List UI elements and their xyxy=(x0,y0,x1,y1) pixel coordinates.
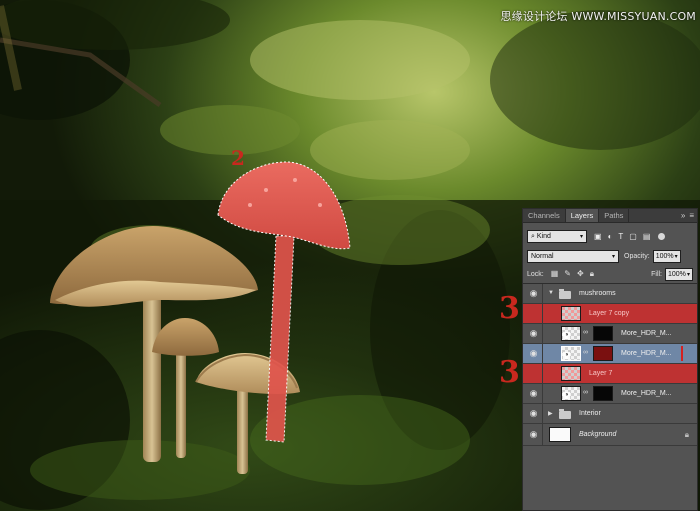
type-layer-filter-icon[interactable]: T xyxy=(618,232,623,241)
layer-name: Background xyxy=(579,431,617,438)
visibility-eye-icon[interactable]: ◉ xyxy=(528,429,539,440)
link-chain-icon: ∞ xyxy=(583,329,588,336)
link-chain-icon: ∞ xyxy=(583,389,588,396)
tab-channels[interactable]: Channels xyxy=(523,209,566,222)
layer-mask-thumbnail xyxy=(593,346,613,361)
filter-toggle-icon[interactable] xyxy=(658,232,666,240)
watermark-text: 思缘设计论坛 WWW.MISSYUAN.COM xyxy=(500,10,696,23)
step-annotation-3-bottom: 3 xyxy=(499,355,520,390)
layer-thumbnail: ◑ xyxy=(561,346,581,361)
visibility-eye-icon[interactable]: ◉ xyxy=(528,328,539,339)
panel-tab-bar: Channels Layers Paths » ≡ xyxy=(523,209,697,223)
lock-image-pixels-icon[interactable]: ✎ xyxy=(564,269,571,279)
visibility-eye-icon[interactable]: ◉ xyxy=(528,408,539,419)
layer-name: More_HDR_M... xyxy=(621,390,672,397)
layer-thumbnail xyxy=(549,427,571,442)
layer-row-interior-group[interactable]: ◉ ▶ Interior xyxy=(523,404,697,424)
visibility-eye-icon[interactable]: ◉ xyxy=(528,288,539,299)
lock-transparent-pixels-icon[interactable]: ▦ xyxy=(551,269,559,279)
opacity-field[interactable]: 100% ▾ xyxy=(652,249,681,263)
lock-icon: 🔒︎ xyxy=(684,430,689,439)
layer-thumbnail xyxy=(561,366,581,381)
lock-position-icon[interactable]: ✥ xyxy=(577,269,584,279)
visibility-eye-icon[interactable]: ◉ xyxy=(528,388,539,399)
smart-object-filter-icon[interactable]: ▤ xyxy=(643,232,651,241)
visibility-eye-icon[interactable]: ◉ xyxy=(528,348,539,359)
adjustment-icon: ◑ xyxy=(563,392,570,399)
opacity-label: Opacity: xyxy=(624,252,650,260)
tab-layers[interactable]: Layers xyxy=(565,209,600,222)
link-chain-icon: ∞ xyxy=(583,349,588,356)
adjustment-icon: ◑ xyxy=(563,332,570,339)
annotation-marker xyxy=(681,346,683,361)
panel-menu-icon[interactable]: ≡ xyxy=(689,211,694,220)
pixel-layer-filter-icon[interactable]: ▣ xyxy=(594,232,602,241)
layer-row-more-hdr-3[interactable]: ◉ ◑ ∞ More_HDR_M... xyxy=(523,384,697,404)
layers-panel: Channels Layers Paths » ≡ ⌕ Kind ▾ ▣ ◐ T … xyxy=(522,208,698,511)
lock-all-icon[interactable]: 🔒︎ xyxy=(590,269,594,279)
layer-row-layer-7[interactable]: Layer 7 xyxy=(523,364,697,384)
layer-thumbnail: ◑ xyxy=(561,326,581,341)
fill-field[interactable]: 100% ▾ xyxy=(665,267,693,281)
panel-bottom-area xyxy=(523,466,697,510)
layer-row-more-hdr-2[interactable]: ◉ ◑ ∞ More_HDR_M... xyxy=(523,344,697,364)
fill-value: 100% xyxy=(668,270,686,278)
layer-row-more-hdr-1[interactable]: ◉ ◑ ∞ More_HDR_M... xyxy=(523,324,697,344)
layer-row-mushrooms-group[interactable]: ◉ ▼ mushrooms xyxy=(523,284,697,304)
layer-mask-thumbnail xyxy=(593,326,613,341)
tab-paths[interactable]: Paths xyxy=(599,209,630,222)
collapse-caret-icon[interactable]: ▶ xyxy=(548,410,553,417)
layer-row-layer-7-copy[interactable]: Layer 7 copy xyxy=(523,304,697,324)
expand-caret-icon[interactable]: ▼ xyxy=(548,290,554,296)
layer-row-background[interactable]: ◉ Background 🔒︎ xyxy=(523,424,697,446)
opacity-value: 100% xyxy=(655,252,674,260)
adjustment-layer-filter-icon[interactable]: ◐ xyxy=(608,232,613,241)
layer-name: mushrooms xyxy=(579,290,616,297)
filter-kind-label: Kind xyxy=(536,232,551,240)
layer-thumbnail xyxy=(561,306,581,321)
folder-icon xyxy=(559,289,571,299)
layer-name: Interior xyxy=(579,410,601,417)
layer-name: More_HDR_M... xyxy=(621,330,672,337)
shape-layer-filter-icon[interactable]: ▢ xyxy=(629,232,637,241)
step-annotation-3-top: 3 xyxy=(499,291,520,326)
layer-name: Layer 7 copy xyxy=(589,310,630,317)
layer-name: Layer 7 xyxy=(589,370,613,377)
layer-filter-kind-select[interactable]: ⌕ Kind ▾ xyxy=(527,229,587,243)
layer-thumbnail: ◑ xyxy=(561,386,581,401)
fill-label: Fill: xyxy=(651,270,662,278)
blend-mode-value: Normal xyxy=(531,252,554,260)
folder-icon xyxy=(559,409,571,419)
layer-list: ◉ ▼ mushrooms Layer 7 copy ◉ ◑ ∞ More_HD… xyxy=(523,283,697,468)
lock-label: Lock: xyxy=(527,270,544,278)
layer-name: More_HDR_M... xyxy=(621,350,672,357)
blend-mode-select[interactable]: Normal ▾ xyxy=(527,249,619,263)
collapse-panel-icon[interactable]: » xyxy=(681,211,685,220)
step-annotation-2: 2 xyxy=(231,146,245,170)
layer-mask-thumbnail xyxy=(593,386,613,401)
adjustment-icon: ◑ xyxy=(563,352,570,359)
